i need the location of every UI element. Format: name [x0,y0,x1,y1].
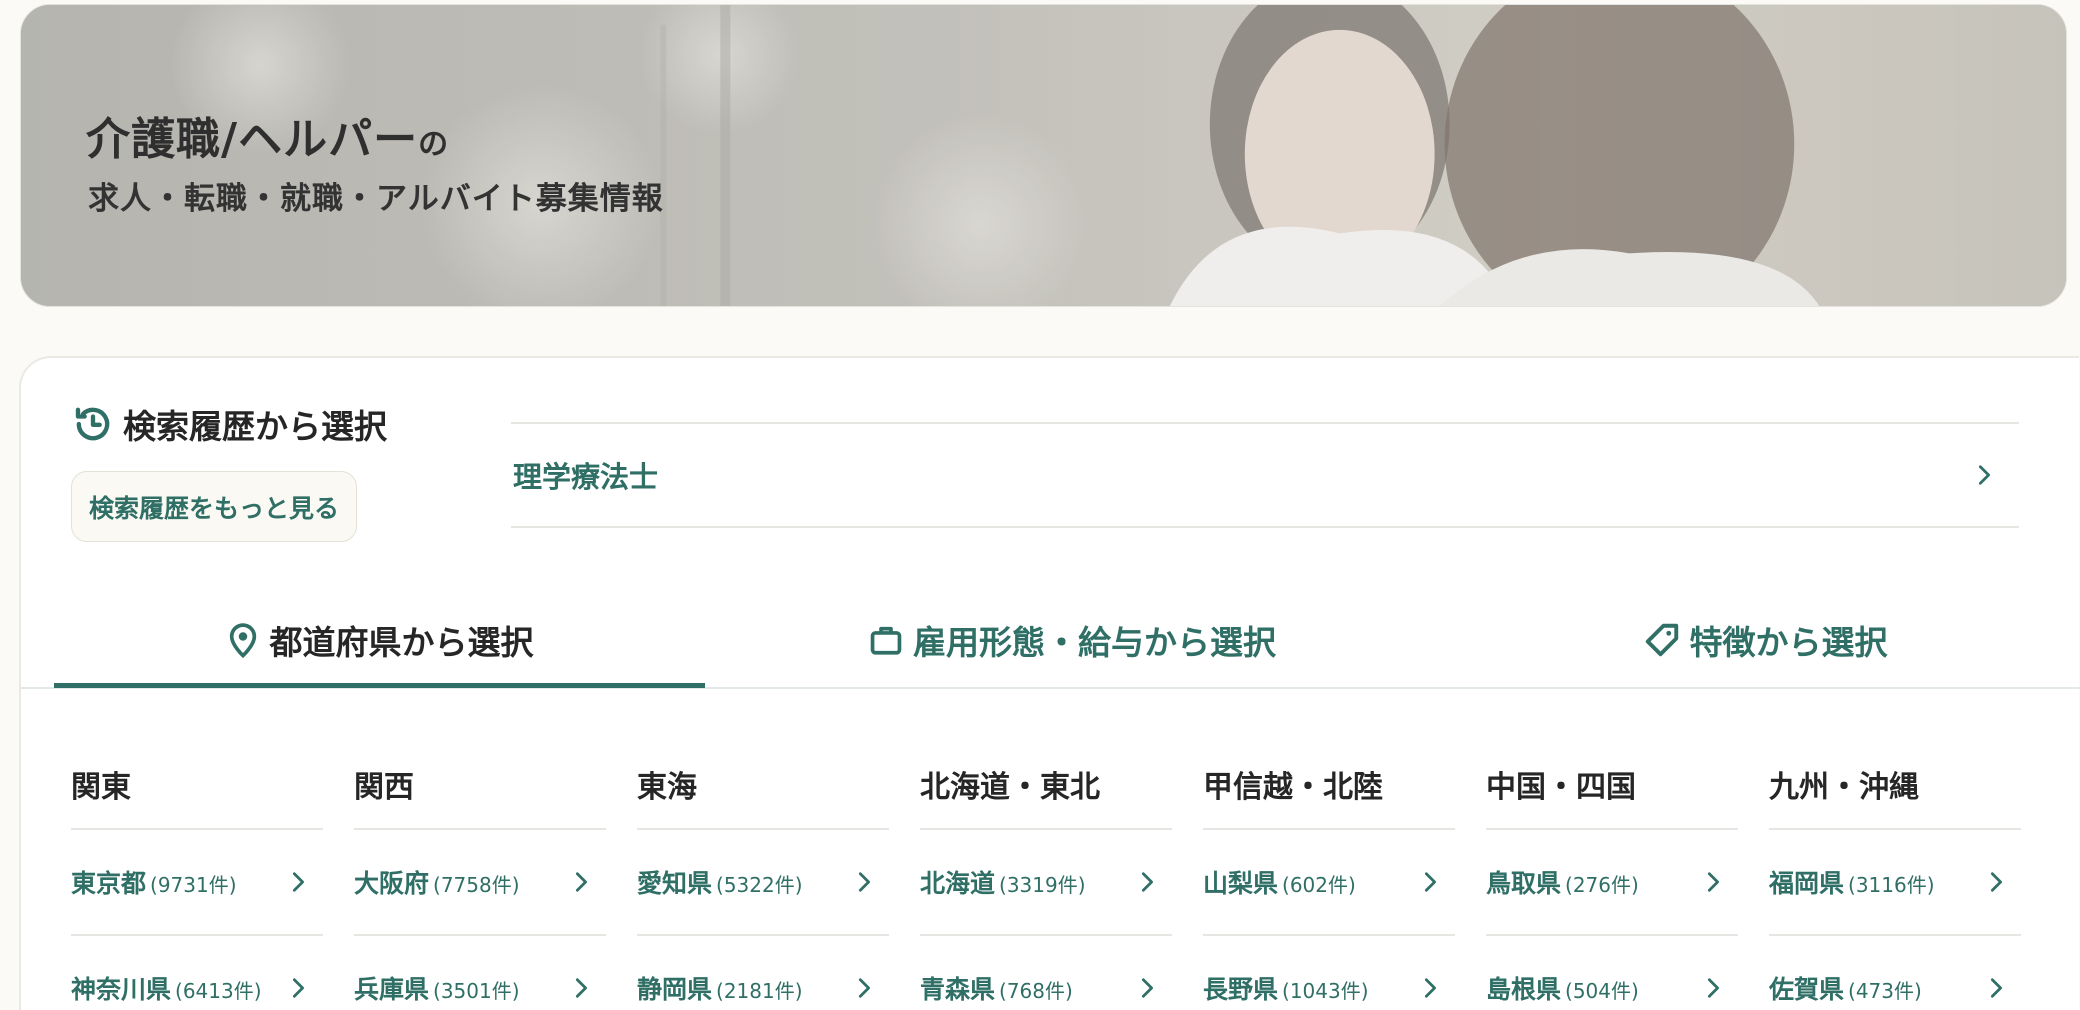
region-heading: 甲信越・北陸 [1203,736,1455,830]
prefecture-name: 長野県 [1203,975,1279,1004]
chevron-right-icon [1990,978,2002,998]
region-heading: 中国・四国 [1486,736,1738,830]
region-heading: 関西 [354,736,606,830]
job-count: (504件) [1565,979,1639,1003]
prefecture-link-shizuoka[interactable]: 静岡県 (2181件) [637,936,889,1010]
prefecture-name: 青森県 [920,975,996,1004]
job-count: (473件) [1848,979,1922,1003]
history-heading-label: 検索履歴から選択 [123,407,387,446]
tab-label: 特徴から選択 [1689,622,1888,662]
prefecture-link-hokkaido[interactable]: 北海道 (3319件) [920,830,1172,936]
prefecture-name: 大阪府 [354,869,430,898]
search-panel: 検索履歴から選択 検索履歴をもっと見る 理学療法士 都道府県から選択 雇用形態・… [19,356,2080,1010]
chevron-right-icon [1978,465,1990,485]
job-count: (2181件) [716,979,803,1003]
chevron-right-icon [1424,872,1436,892]
job-count: (1043件) [1282,979,1369,1003]
prefecture-link-nagano[interactable]: 長野県 (1043件) [1203,936,1455,1010]
region-kyushu-okinawa: 九州・沖縄 福岡県 (3116件) 佐賀県 (473件) [1769,736,2021,1010]
prefecture-link-fukuoka[interactable]: 福岡県 (3116件) [1769,830,2021,936]
history-item[interactable]: 理学療法士 [511,422,2019,528]
prefecture-name: 静岡県 [637,975,713,1004]
region-heading: 東海 [637,736,889,830]
prefecture-name: 福岡県 [1769,869,1845,898]
prefecture-name: 神奈川県 [71,975,172,1004]
job-count: (602件) [1282,873,1356,897]
prefecture-name: 兵庫県 [354,975,430,1004]
tag-icon [1645,623,1678,656]
prefecture-link-kanagawa[interactable]: 神奈川県 (6413件) [71,936,323,1010]
chevron-right-icon [1424,978,1436,998]
region-kansai: 関西 大阪府 (7758件) 兵庫県 (3501件) [354,736,606,1010]
history-icon [75,407,110,441]
prefecture-name: 東京都 [71,869,147,898]
region-heading: 関東 [71,736,323,830]
region-chugoku-shikoku: 中国・四国 鳥取県 (276件) 島根県 (504件) [1486,736,1738,1010]
job-count: (6413件) [175,979,262,1003]
job-count: (768件) [999,979,1073,1003]
prefecture-link-osaka[interactable]: 大阪府 (7758件) [354,830,606,936]
chevron-right-icon [1141,978,1153,998]
job-count: (276件) [1565,873,1639,897]
region-hokkaido-tohoku: 北海道・東北 北海道 (3319件) 青森県 (768件) [920,736,1172,1010]
hero-subtitle: 求人・転職・就職・アルバイト募集情報 [88,181,664,217]
tab-label: 都道府県から選択 [269,622,534,662]
tab-employment-salary[interactable]: 雇用形態・給与から選択 [747,590,1398,689]
prefecture-name: 北海道 [920,869,996,898]
job-count: (3319件) [999,873,1086,897]
prefecture-name: 鳥取県 [1486,869,1562,898]
prefecture-link-tokyo[interactable]: 東京都 (9731件) [71,830,323,936]
prefecture-link-shimane[interactable]: 島根県 (504件) [1486,936,1738,1010]
tab-prefecture[interactable]: 都道府県から選択 [54,590,705,689]
history-heading: 検索履歴から選択 [73,400,387,448]
prefecture-link-aomori[interactable]: 青森県 (768件) [920,936,1172,1010]
chevron-right-icon [1707,978,1719,998]
prefecture-name: 佐賀県 [1769,975,1845,1004]
active-tab-indicator [54,683,705,688]
prefecture-name: 山梨県 [1203,869,1279,898]
job-count: (3501件) [433,979,520,1003]
hero-banner: 介護職/ヘルパーの 求人・転職・就職・アルバイト募集情報 [20,4,2067,307]
tab-features[interactable]: 特徴から選択 [1440,590,2080,689]
briefcase-icon [870,626,902,655]
tab-label: 雇用形態・給与から選択 [913,622,1276,662]
region-tokai: 東海 愛知県 (5322件) 静岡県 (2181件) [637,736,889,1010]
chevron-right-icon [858,978,870,998]
chevron-right-icon [858,872,870,892]
location-pin-icon [229,622,256,658]
region-kanto: 関東 東京都 (9731件) 神奈川県 (6413件) [71,736,323,1010]
history-more-button[interactable]: 検索履歴をもっと見る [71,471,357,542]
chevron-right-icon [292,872,304,892]
prefecture-name: 島根県 [1486,975,1562,1004]
job-count: (7758件) [433,873,520,897]
chevron-right-icon [292,978,304,998]
prefecture-link-aichi[interactable]: 愛知県 (5322件) [637,830,889,936]
chevron-right-icon [575,978,587,998]
prefecture-link-saga[interactable]: 佐賀県 (473件) [1769,936,2021,1010]
prefecture-link-yamanashi[interactable]: 山梨県 (602件) [1203,830,1455,936]
region-heading: 九州・沖縄 [1769,736,2021,830]
chevron-right-icon [1990,872,2002,892]
job-count: (9731件) [150,873,237,897]
prefecture-link-tottori[interactable]: 鳥取県 (276件) [1486,830,1738,936]
job-count: (5322件) [716,873,803,897]
prefecture-name: 愛知県 [637,869,713,898]
history-item-label: 理学療法士 [513,460,659,494]
chevron-right-icon [575,872,587,892]
region-koshinetsu-hokuriku: 甲信越・北陸 山梨県 (602件) 長野県 (1043件) [1203,736,1455,1010]
chevron-right-icon [1707,872,1719,892]
job-count: (3116件) [1848,873,1935,897]
search-tabs: 都道府県から選択 雇用形態・給与から選択 特徴から選択 [21,590,2080,689]
hero-title: 介護職/ヘルパーの [86,114,450,165]
region-heading: 北海道・東北 [920,736,1172,830]
prefecture-link-hyogo[interactable]: 兵庫県 (3501件) [354,936,606,1010]
chevron-right-icon [1141,872,1153,892]
